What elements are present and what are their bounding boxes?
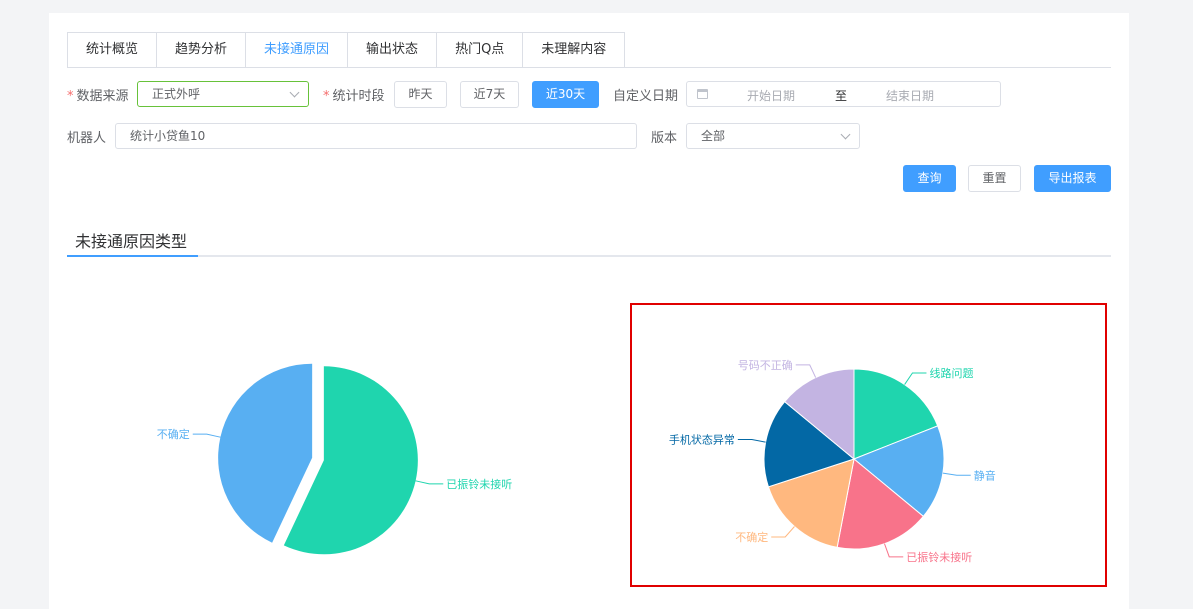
- pie-chart-1: 已振铃未接听 不确定: [157, 363, 512, 555]
- highlight-box: [630, 303, 1107, 587]
- main-card: 统计概览 趋势分析 未接通原因 输出状态 热门Q点 未理解内容 * 数据来源 正式…: [49, 13, 1129, 609]
- pie-leader-line: [192, 433, 221, 438]
- pie-label: 不确定: [157, 427, 190, 441]
- pie-label: 已振铃未接听: [446, 477, 512, 491]
- pie-leader-line: [415, 480, 444, 485]
